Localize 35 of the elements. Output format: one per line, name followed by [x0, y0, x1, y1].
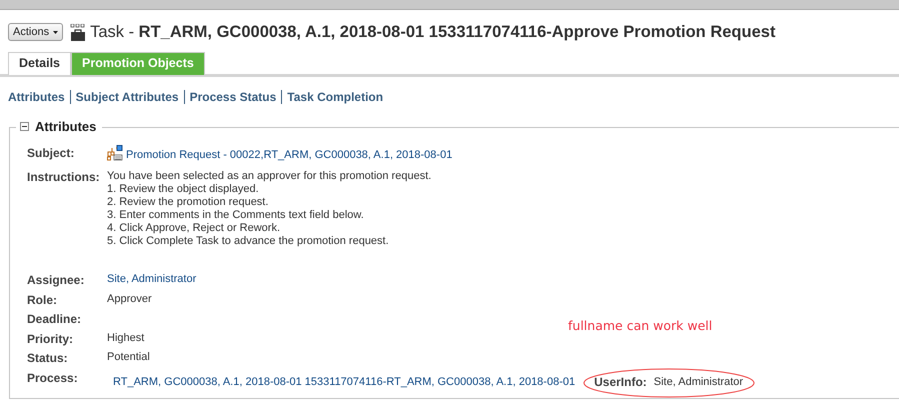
section-link[interactable]: Process Status [190, 90, 276, 104]
field-label: Role: [27, 292, 58, 309]
field-label: Deadline: [27, 312, 82, 328]
instruction-text: You have been selected as an approver for this promotion request. [107, 170, 432, 183]
field-label: Instructions: [27, 170, 101, 186]
field-label: Status: [27, 351, 69, 368]
actions-button[interactable]: Actions [8, 23, 64, 41]
field-value: Site, Administrator [654, 376, 744, 388]
field-label: Process: [27, 370, 79, 387]
field-label: Assignee: [27, 273, 86, 289]
tab[interactable]: Details [8, 52, 71, 75]
briefcase-icon [70, 24, 86, 40]
field-label: UserInfo: [594, 374, 647, 389]
instruction-text: 1. Review the object displayed. [107, 182, 260, 196]
instruction-text: 2. Review the promotion request. [107, 196, 270, 209]
caret-icon [53, 30, 58, 34]
section-link[interactable]: Attributes [8, 90, 65, 104]
instruction-text: 3. Enter comments in the Comments text field below. [107, 208, 365, 222]
field-value: Highest [107, 332, 144, 344]
hierarchy-icon [107, 145, 123, 161]
field-label: Priority: [27, 332, 74, 348]
assignee-link[interactable]: Site, Administrator [107, 273, 196, 285]
field-value: Approver [107, 292, 152, 305]
field-label: Subject: [27, 146, 76, 162]
subject-link[interactable]: Promotion Request - 00022,RT_ARM, GC000038, A.1, 2018-08-01 [126, 148, 452, 160]
section-title: Attributes [35, 119, 96, 134]
collapse-icon[interactable] [20, 122, 29, 131]
process-link[interactable]: RT_ARM, GC000038, A.1, 2018-08-01 1533117074116-RT_ARM, GC000038, A.1, 2018-08-01 [113, 376, 576, 388]
section-link[interactable]: Task Completion [287, 90, 384, 104]
instruction-text: 5. Click Complete Task to advance the promotion request. [107, 234, 390, 248]
field-value: Potential [107, 351, 150, 364]
page-title: Task - RT_ARM, GC000038, A.1, 2018-08-01 1533117074116-Approve Promotion Request [90, 22, 776, 42]
instruction-text: 4. Click Approve, Reject or Rework. [107, 222, 282, 235]
annotation-text: fullname can work well [568, 318, 712, 333]
section-link[interactable]: Subject Attributes [76, 90, 179, 104]
